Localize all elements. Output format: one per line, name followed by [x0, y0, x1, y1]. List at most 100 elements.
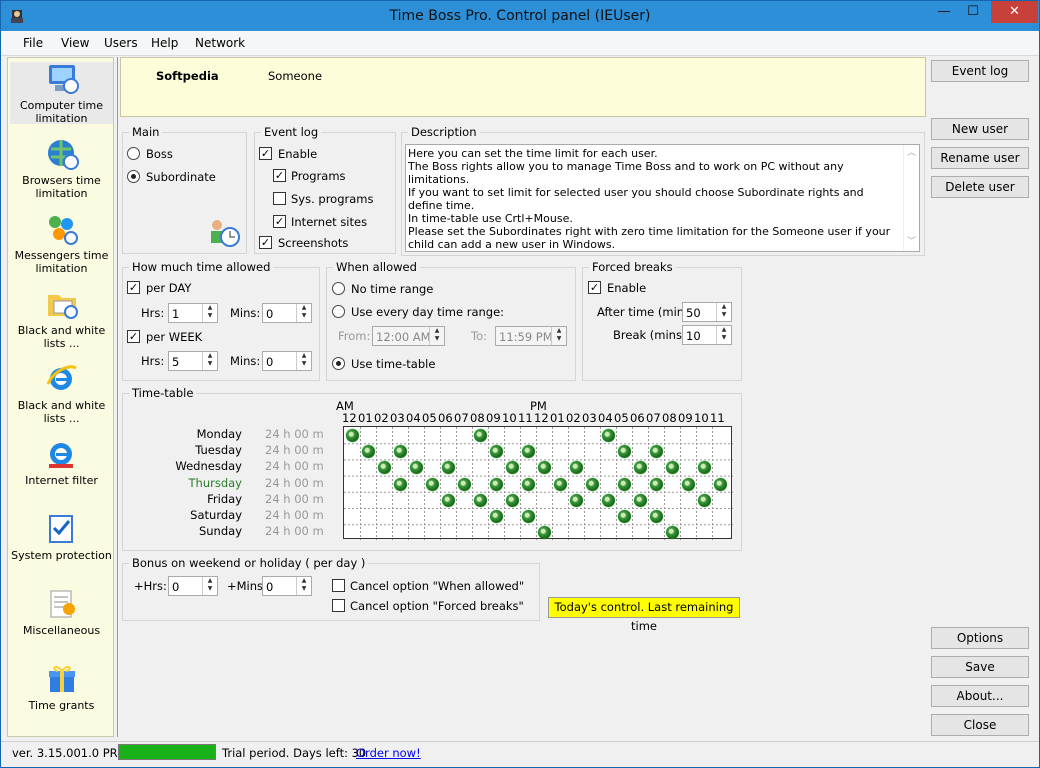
tools-icon: [50, 590, 75, 618]
sidebar-item-lists-programs[interactable]: Black and white lists ...: [10, 287, 113, 350]
forced-enable-checkbox[interactable]: ✓: [588, 281, 601, 294]
timetable-slot[interactable]: [522, 510, 535, 523]
sidebar-item-system-protection[interactable]: System protection: [10, 512, 113, 562]
timetable-slot[interactable]: [698, 493, 711, 507]
timetable-slot[interactable]: [586, 477, 599, 491]
timetable-slot[interactable]: [650, 510, 663, 523]
every-day-range-radio[interactable]: [332, 305, 345, 318]
timetable-slot[interactable]: [346, 429, 359, 442]
maximize-button[interactable]: ☐: [959, 1, 987, 23]
per-day-checkbox[interactable]: ✓: [127, 281, 140, 294]
day-hours-stepper[interactable]: 1 ▲ ▼: [168, 303, 218, 323]
screenshots-checkbox[interactable]: ✓: [259, 236, 272, 249]
sidebar-item-label: Time grants: [28, 699, 95, 712]
timetable-slot[interactable]: [570, 493, 583, 507]
timetable-slot[interactable]: [554, 477, 567, 491]
cancel-forced-breaks-checkbox[interactable]: [332, 599, 345, 612]
programs-checkbox[interactable]: ✓: [273, 169, 286, 182]
timetable-slot[interactable]: [634, 493, 647, 507]
sidebar-item-internet-filter[interactable]: Internet filter: [10, 437, 113, 487]
hour-label: 06: [438, 411, 453, 425]
rename-user-button[interactable]: Rename user: [931, 147, 1029, 169]
timetable-slot[interactable]: [394, 477, 407, 491]
description-scrollbar[interactable]: ︿ ﹀: [903, 145, 919, 251]
menu-users[interactable]: Users: [104, 36, 138, 50]
timetable-slot[interactable]: [714, 477, 727, 491]
save-button[interactable]: Save: [931, 656, 1029, 678]
stepper-arrows-icon[interactable]: ▲ ▼: [296, 352, 311, 370]
about-button[interactable]: About...: [931, 685, 1029, 707]
menu-help[interactable]: Help: [151, 36, 178, 50]
sidebar-item-messengers[interactable]: Messengers time limitation: [10, 212, 113, 275]
menu-network[interactable]: Network: [195, 36, 245, 50]
hour-label: 05: [422, 411, 437, 425]
stepper-arrows-icon[interactable]: ▲ ▼: [296, 577, 311, 595]
internet-sites-checkbox[interactable]: ✓: [273, 215, 286, 228]
delete-user-button[interactable]: Delete user: [931, 176, 1029, 198]
timetable-slot[interactable]: [442, 493, 455, 507]
to-time-stepper[interactable]: 11:59 PM ▲ ▼: [495, 326, 567, 346]
timetable-slot[interactable]: [458, 477, 471, 491]
stepper-arrows-icon[interactable]: ▲ ▼: [202, 577, 217, 595]
close-button[interactable]: Close: [931, 714, 1029, 736]
close-window-button[interactable]: ✕: [991, 1, 1038, 23]
order-now-link[interactable]: Order now!: [356, 746, 421, 760]
timetable-slot[interactable]: [474, 429, 487, 442]
menu-view[interactable]: View: [61, 36, 89, 50]
menu-file[interactable]: File: [23, 36, 43, 50]
use-timetable-radio[interactable]: [332, 357, 345, 370]
sidebar-item-lists-sites[interactable]: Black and white lists ...: [10, 362, 113, 425]
from-time-stepper[interactable]: 12:00 AM ▲ ▼: [372, 326, 445, 346]
stepper-arrows-icon[interactable]: ▲ ▼: [202, 304, 217, 322]
sidebar-item-browsers-time[interactable]: Browsers time limitation: [10, 137, 113, 200]
from-time-value: 12:00 AM: [376, 330, 431, 344]
break-stepper[interactable]: 10 ▲ ▼: [682, 325, 732, 345]
stepper-arrows-icon[interactable]: ▲ ▼: [551, 327, 566, 345]
event-log-button[interactable]: Event log: [931, 60, 1029, 82]
no-time-range-radio[interactable]: [332, 282, 345, 295]
bonus-hours-stepper[interactable]: 0 ▲ ▼: [168, 576, 218, 596]
timetable-slot[interactable]: [426, 477, 439, 491]
stepper-arrows-icon[interactable]: ▲ ▼: [716, 303, 731, 321]
bonus-mins-stepper[interactable]: 0 ▲ ▼: [262, 576, 312, 596]
new-user-button[interactable]: New user: [931, 118, 1029, 140]
timetable-grid[interactable]: [343, 426, 733, 540]
todays-control-button[interactable]: Today's control. Last remaining time: [548, 597, 740, 633]
timetable-slot[interactable]: [602, 429, 615, 442]
sidebar-item-time-grants[interactable]: Time grants: [10, 662, 113, 712]
subordinate-radio[interactable]: [127, 170, 140, 183]
sidebar-item-computer-time[interactable]: Computer time limitation: [10, 62, 113, 125]
sys-programs-checkbox[interactable]: [273, 192, 286, 205]
timetable-slot[interactable]: [490, 477, 503, 491]
minimize-button[interactable]: —: [930, 1, 958, 23]
per-week-label: per WEEK: [146, 330, 203, 344]
timetable-slot[interactable]: [650, 477, 663, 491]
timetable-slot[interactable]: [506, 493, 519, 507]
eventlog-enable-checkbox[interactable]: ✓: [259, 147, 272, 160]
timetable-slot[interactable]: [522, 477, 535, 491]
sidebar-item-label: Browsers time limitation: [22, 174, 101, 200]
stepper-arrows-icon[interactable]: ▲ ▼: [429, 327, 444, 345]
version-label: ver. 3.15.001.0 PRO: [12, 746, 127, 760]
stepper-arrows-icon[interactable]: ▲ ▼: [202, 352, 217, 370]
boss-radio[interactable]: [127, 147, 140, 160]
sidebar-item-miscellaneous[interactable]: Miscellaneous: [10, 587, 113, 637]
cancel-when-allowed-checkbox[interactable]: [332, 579, 345, 592]
timetable-slot[interactable]: [490, 510, 503, 523]
timetable-slot[interactable]: [682, 477, 695, 491]
description-text-box[interactable]: Here you can set the time limit for each…: [405, 144, 920, 252]
timetable-slot[interactable]: [602, 493, 615, 507]
week-mins-stepper[interactable]: 0 ▲ ▼: [262, 351, 312, 371]
stepper-arrows-icon[interactable]: ▲ ▼: [296, 304, 311, 322]
hour-label: 11: [518, 411, 533, 425]
week-hours-stepper[interactable]: 5 ▲ ▼: [168, 351, 218, 371]
timetable-slot[interactable]: [618, 510, 631, 523]
timetable-slot[interactable]: [618, 477, 631, 491]
options-button[interactable]: Options: [931, 627, 1029, 649]
stepper-arrows-icon[interactable]: ▲ ▼: [716, 326, 731, 344]
title-bar[interactable]: Time Boss Pro. Control panel (IEUser) — …: [1, 1, 1039, 31]
after-time-stepper[interactable]: 50 ▲ ▼: [682, 302, 732, 322]
per-week-checkbox[interactable]: ✓: [127, 330, 140, 343]
timetable-slot[interactable]: [474, 493, 487, 507]
day-mins-stepper[interactable]: 0 ▲ ▼: [262, 303, 312, 323]
